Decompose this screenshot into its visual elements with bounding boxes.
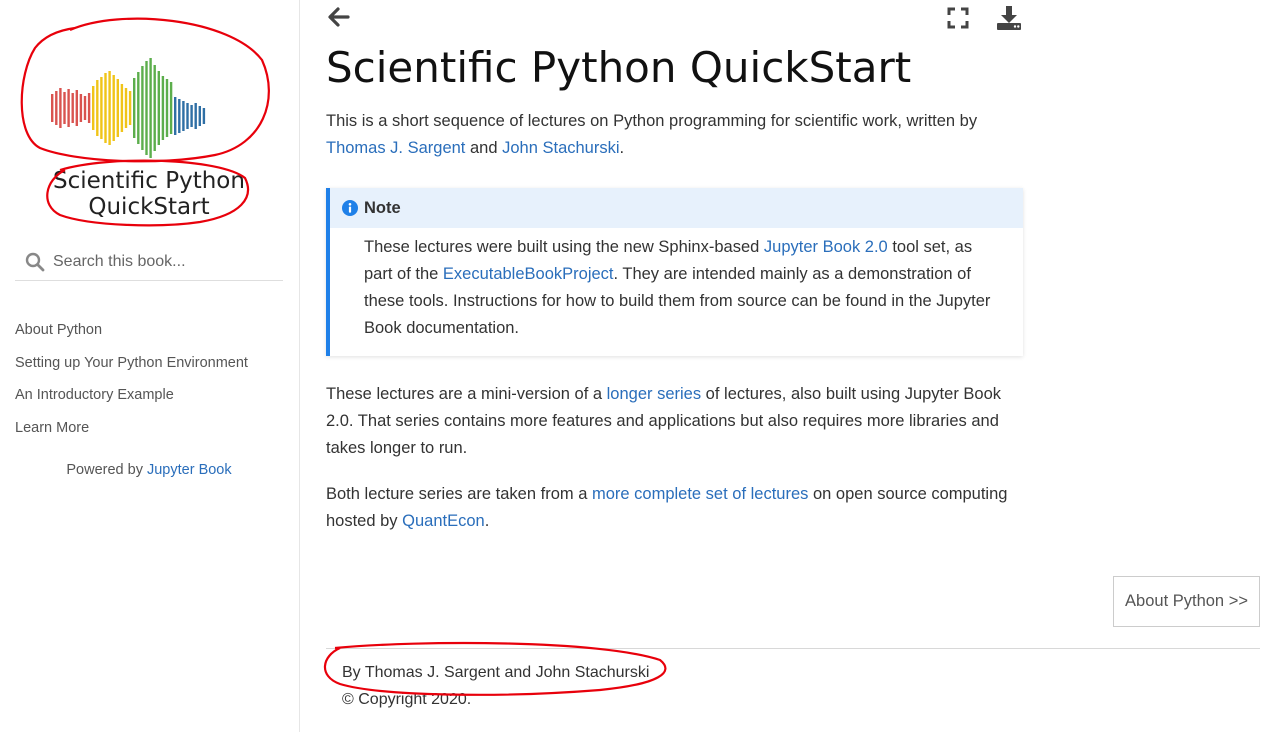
stachurski-link[interactable]: John Stachurski	[502, 139, 619, 157]
quantecon-link[interactable]: QuantEcon	[402, 512, 485, 530]
series-paragraph: These lectures are a mini-version of a l…	[326, 381, 1026, 462]
footer-divider	[326, 648, 1260, 649]
logo-bar	[161, 76, 165, 140]
logo-bar	[87, 93, 91, 123]
logo-bar	[67, 89, 70, 127]
logo-bar	[59, 88, 62, 128]
logo-bar	[124, 88, 128, 128]
note-admonition: Note These lectures were built using the…	[326, 188, 1023, 356]
fullscreen-icon[interactable]	[946, 6, 970, 30]
logo-bar	[145, 61, 148, 155]
logo-bar	[108, 71, 111, 145]
note-title-text: Note	[364, 198, 401, 217]
complete-lectures-link[interactable]: more complete set of lectures	[592, 485, 808, 503]
intro-text-3: .	[619, 139, 625, 157]
logo-bar	[92, 86, 95, 130]
logo-bar	[104, 73, 107, 143]
search-icon	[25, 252, 45, 272]
next-page-button[interactable]: About Python >>	[1113, 576, 1260, 627]
logo-bar	[198, 106, 201, 126]
sidebar-item-learn-more[interactable]: Learn More	[15, 416, 248, 449]
footer-copyright: © Copyright 2020.	[342, 691, 472, 708]
site-title-line1[interactable]: Scientific Python	[0, 168, 298, 194]
logo-bar	[165, 79, 169, 137]
both-paragraph: Both lecture series are taken from a mor…	[326, 481, 1026, 535]
logo-bar	[133, 78, 136, 138]
logo-bar	[112, 75, 115, 141]
search-input[interactable]	[53, 253, 273, 271]
logo-bar	[51, 94, 54, 122]
logo-bar	[71, 93, 74, 123]
jupyter-book-2-link[interactable]: Jupyter Book 2.0	[764, 238, 888, 256]
logo-bar	[63, 92, 66, 124]
logo-bar	[149, 58, 152, 158]
logo-bar	[128, 91, 132, 125]
jupyter-book-link[interactable]: Jupyter Book	[147, 462, 232, 478]
note-body: These lectures were built using the new …	[330, 228, 1023, 356]
logo-bar	[83, 96, 87, 120]
main-content: Scientific Python QuickStart This is a s…	[326, 40, 1026, 535]
intro-text-2: and	[465, 139, 503, 157]
logo-bar	[75, 90, 78, 126]
sidebar-nav: About Python Setting up Your Python Envi…	[15, 318, 248, 448]
sargent-link[interactable]: Thomas J. Sargent	[326, 139, 465, 157]
logo-bar	[169, 82, 173, 134]
arrow-left-icon[interactable]	[326, 6, 350, 28]
logo-bar	[178, 99, 181, 133]
footer-authors: By Thomas J. Sargent and John Stachurski	[342, 664, 650, 681]
logo-bar	[194, 103, 197, 129]
logo-bar	[141, 66, 144, 150]
logo-bar	[116, 79, 119, 137]
site-title-line2[interactable]: QuickStart	[0, 194, 298, 220]
sidebar: Scientific Python QuickStart About Pytho…	[0, 0, 300, 732]
logo-bar	[96, 80, 99, 136]
logo-bar	[182, 101, 185, 131]
intro-paragraph: This is a short sequence of lectures on …	[326, 108, 1026, 162]
note-title: Note	[330, 188, 1023, 228]
logo-bar	[100, 77, 103, 139]
download-icon[interactable]	[996, 5, 1022, 31]
both-text-3: .	[484, 512, 490, 530]
longer-series-link[interactable]: longer series	[607, 385, 701, 403]
powered-by: Powered by Jupyter Book	[0, 462, 298, 478]
executable-book-project-link[interactable]: ExecutableBookProject	[443, 265, 614, 283]
note-text-1: These lectures were built using the new …	[364, 238, 764, 256]
logo-bar	[157, 71, 160, 145]
logo-bar	[186, 103, 189, 129]
logo-bar	[190, 105, 193, 127]
intro-text-1: This is a short sequence of lectures on …	[326, 112, 978, 130]
search-box[interactable]	[15, 244, 283, 281]
sidebar-item-about-python[interactable]: About Python	[15, 318, 248, 351]
logo-bar	[79, 94, 83, 122]
sidebar-item-introductory-example[interactable]: An Introductory Example	[15, 383, 248, 416]
powered-by-text: Powered by	[66, 462, 147, 478]
footer: By Thomas J. Sargent and John Stachurski…	[342, 659, 649, 713]
page-title: Scientific Python QuickStart	[326, 43, 912, 92]
info-icon	[342, 200, 358, 216]
logo-bar	[153, 65, 156, 151]
logo[interactable]	[48, 48, 253, 158]
series-text-1: These lectures are a mini-version of a	[326, 385, 607, 403]
logo-bar	[174, 97, 177, 135]
logo-bar	[55, 91, 58, 125]
logo-bar	[137, 72, 140, 144]
sidebar-item-setting-up-environment[interactable]: Setting up Your Python Environment	[15, 351, 248, 384]
logo-bar	[120, 84, 124, 132]
logo-bar	[202, 108, 206, 124]
site-title[interactable]: Scientific Python QuickStart	[0, 168, 298, 220]
both-text-1: Both lecture series are taken from a	[326, 485, 592, 503]
